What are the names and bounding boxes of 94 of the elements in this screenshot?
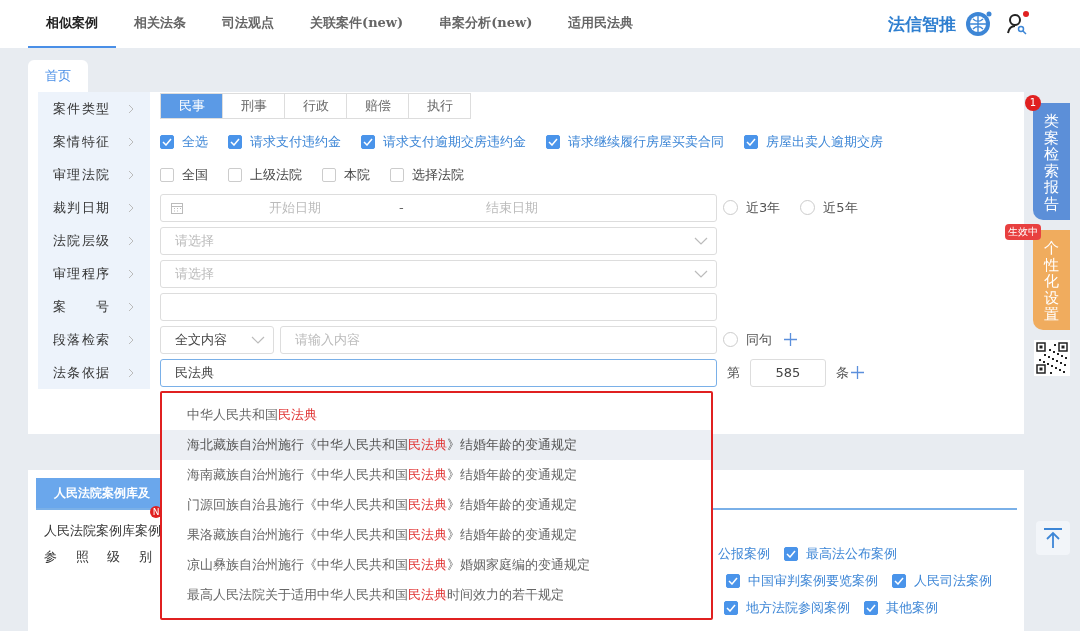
radio-label[interactable]: 同句 (746, 330, 772, 349)
segment-tab[interactable]: 行政 (284, 93, 346, 118)
chevron-right-icon (128, 202, 134, 213)
chevron-right-icon (128, 169, 134, 180)
qr-code-icon (1033, 340, 1070, 376)
segment-tab[interactable]: 赔偿 (346, 93, 408, 118)
article-field[interactable]: 585 (750, 358, 826, 387)
plus-icon (851, 366, 864, 379)
chevron-down-icon (694, 236, 708, 245)
label-text: 案情特征 (53, 132, 109, 151)
label-text: 案号 (53, 297, 109, 316)
checkbox-label[interactable]: 全选 (182, 132, 208, 151)
label-text: 审理程序 (53, 264, 109, 283)
library-text: 人民法院案例库案例 (44, 522, 161, 540)
segment-tab[interactable]: 执行 (408, 93, 470, 118)
page-tab[interactable]: 首页 (28, 60, 88, 92)
chevron-right-icon (128, 136, 134, 147)
checkbox-label[interactable]: 本院 (344, 165, 370, 184)
chevron-right-icon (128, 235, 134, 246)
nav-tab[interactable]: 适用民法典 (550, 0, 652, 48)
globe-logo-icon (964, 10, 992, 38)
plus-icon (784, 333, 797, 346)
checkbox-label[interactable]: 全国 (182, 165, 208, 184)
segment-tab[interactable]: 刑事 (222, 93, 284, 118)
checkbox-label[interactable]: 中国审判案例要览案例 (748, 571, 878, 590)
chevron-right-icon (128, 334, 134, 345)
count-badge: 1 (1025, 95, 1041, 111)
article-prefix: 第 (727, 363, 740, 382)
checkbox[interactable] (726, 573, 740, 588)
checkbox[interactable] (361, 134, 375, 149)
checkbox[interactable] (390, 167, 404, 182)
radio-button[interactable] (723, 332, 738, 347)
article-suffix: 条 (836, 363, 849, 382)
nav-tab[interactable]: 串案分析(new) (421, 0, 551, 48)
label-text: 裁判日期 (53, 198, 109, 217)
chevron-right-icon (128, 301, 134, 312)
label-text: 审理法院 (53, 165, 109, 184)
checkbox[interactable] (160, 134, 174, 149)
label-text: 法条依据 (53, 363, 109, 382)
chevron-right-icon (128, 268, 134, 279)
label-text: 案件类型 (53, 99, 109, 118)
checkbox[interactable] (322, 167, 336, 182)
checkbox-label[interactable]: 上级法院 (250, 165, 302, 184)
nav-tab[interactable]: 司法观点 (204, 0, 292, 48)
radio-button[interactable] (800, 200, 816, 215)
text-field[interactable] (160, 292, 717, 321)
nav-tab[interactable]: 相关法条 (116, 0, 204, 48)
placeholder-text: 结束日期 (485, 198, 538, 217)
placeholder-text: 开始日期 (269, 198, 321, 217)
suggestion-item[interactable]: 凉山彝族自治州施行《中华人民共和国民法典》婚姻家庭编的变通规定 (162, 550, 711, 580)
suggestion-item[interactable]: 中华人民共和国民法典 (162, 400, 711, 430)
radio-button[interactable] (723, 200, 738, 215)
suggestion-item[interactable]: 海北藏族自治州施行《中华人民共和国民法典》结婚年龄的变通规定 (162, 430, 711, 460)
date-range-field[interactable]: 开始日期 - 结束日期 (160, 193, 717, 222)
arrow-up-icon (1042, 527, 1064, 549)
checkbox[interactable] (864, 600, 878, 615)
checkbox[interactable] (784, 546, 798, 561)
level-label: 参照级别 (44, 548, 152, 566)
checkbox-label[interactable]: 请求支付违约金 (250, 132, 341, 151)
suggestion-item[interactable]: 最高人民法院关于适用中华人民共和国民法典时间效力的若干规定 (162, 580, 711, 610)
label-text: 法院层级 (53, 231, 109, 250)
checkbox[interactable] (724, 600, 738, 615)
radio-label[interactable]: 近5年 (823, 198, 858, 217)
checkbox[interactable] (546, 134, 560, 149)
checkbox[interactable] (228, 167, 242, 182)
chevron-down-icon (694, 269, 708, 278)
checkbox-label[interactable]: 地方法院参阅案例 (746, 598, 850, 617)
radio-label[interactable]: 近3年 (746, 198, 781, 217)
checkbox-label[interactable]: 选择法院 (412, 165, 464, 184)
label-text: 段落检索 (53, 330, 109, 349)
chevron-down-icon (251, 335, 265, 344)
chevron-right-icon (128, 367, 134, 378)
scope-select[interactable]: 全文内容 (160, 325, 274, 354)
nav-tab[interactable]: 相似案例 (28, 0, 116, 48)
checkbox-label[interactable]: 公报案例 (718, 544, 770, 563)
checkbox-label[interactable]: 其他案例 (886, 598, 938, 617)
checkbox[interactable] (892, 573, 906, 588)
checkbox-label[interactable]: 请求继续履行房屋买卖合同 (568, 132, 724, 151)
checkbox-label[interactable]: 最高法公布案例 (806, 544, 897, 563)
suggestion-item[interactable]: 果洛藏族自治州施行《中华人民共和国民法典》结婚年龄的变通规定 (162, 520, 711, 550)
law-field[interactable]: 民法典 (160, 358, 717, 387)
checkbox-label[interactable]: 请求支付逾期交房违约金 (383, 132, 526, 151)
checkbox-label[interactable]: 房屋出卖人逾期交房 (766, 132, 883, 151)
calendar-icon (171, 201, 183, 214)
nav-tab[interactable]: 关联案件(new) (292, 0, 422, 48)
checkbox[interactable] (228, 134, 242, 149)
checkbox-label[interactable]: 人民司法案例 (914, 571, 992, 590)
back-to-top-button[interactable] (1036, 521, 1070, 555)
logo-text: 法信智推 (888, 12, 956, 36)
status-badge: 生效中 (1005, 224, 1041, 240)
checkbox[interactable] (744, 134, 758, 149)
separator-text: - (399, 200, 404, 215)
checkbox[interactable] (160, 167, 174, 182)
chevron-right-icon (128, 103, 134, 114)
